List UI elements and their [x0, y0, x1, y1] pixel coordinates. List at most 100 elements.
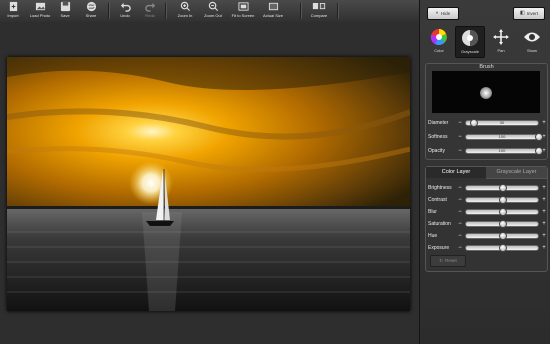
zoom-in-button[interactable]: Zoom In — [175, 1, 195, 21]
opacity-label: Opacity — [428, 147, 445, 154]
brightness-slider[interactable]: Brightness − + — [428, 183, 546, 192]
hue-slider[interactable]: Hue − + — [428, 231, 546, 240]
toolbar: Import Load Photo Save Share Undo Redo Z… — [0, 0, 419, 23]
load-photo-icon — [35, 2, 45, 11]
blur-slider[interactable]: Blur − 0 + — [428, 207, 546, 216]
grayscale-mode-label: Grayscale — [460, 49, 479, 54]
saturation-slider[interactable]: Saturation − + — [428, 219, 546, 228]
invert-icon: ◧ — [520, 10, 525, 16]
softness-knob[interactable] — [535, 132, 543, 141]
minus-icon[interactable]: − — [458, 134, 462, 140]
softness-label: Softness — [428, 133, 448, 140]
plus-icon[interactable]: + — [542, 209, 546, 215]
undo-icon — [120, 2, 131, 12]
show-mode-button[interactable]: Show — [518, 26, 546, 56]
opacity-slider[interactable]: Opacity − 100 + — [428, 146, 546, 155]
brush-preview — [432, 71, 540, 113]
zoom-out-button[interactable]: Zoom Out — [202, 1, 224, 21]
minus-icon[interactable]: − — [458, 221, 462, 227]
brush-dot — [480, 87, 492, 99]
invert-button[interactable]: ◧ Invert — [513, 7, 545, 20]
minus-icon[interactable]: − — [458, 233, 462, 239]
brush-title: Brush — [479, 64, 494, 70]
hue-knob[interactable] — [499, 231, 507, 240]
diameter-label: Diameter — [428, 119, 449, 126]
minus-icon[interactable]: − — [458, 209, 462, 215]
undo-label: Undo — [120, 13, 130, 18]
brightness-track[interactable] — [465, 183, 539, 192]
contrast-knob[interactable] — [499, 195, 507, 204]
tab-color-layer[interactable]: Color Layer — [426, 167, 487, 178]
hide-button[interactable]: ◐ Hide — [427, 7, 459, 20]
compare-button[interactable]: Compare — [308, 1, 330, 21]
color-mode-button[interactable]: Color — [425, 26, 453, 56]
save-icon — [60, 1, 70, 12]
saturation-knob[interactable] — [499, 219, 507, 228]
fit-to-screen-button[interactable]: Fit to Screen — [228, 1, 258, 21]
reset-button[interactable]: ↻ Reset — [430, 255, 466, 267]
contrast-track[interactable] — [465, 195, 539, 204]
share-label: Share — [85, 13, 97, 18]
photo-canvas[interactable] — [7, 57, 410, 311]
diameter-track[interactable]: 30 — [465, 118, 539, 127]
pan-mode-button[interactable]: Pan — [487, 26, 515, 56]
brightness-knob[interactable] — [499, 183, 507, 192]
import-icon — [9, 1, 17, 12]
share-button[interactable]: Share — [82, 1, 100, 21]
hue-track[interactable] — [465, 231, 539, 240]
fit-to-screen-label: Fit to Screen — [231, 13, 255, 18]
right-panel: ◐ Hide ◧ Invert Color Grayscale Pan Show… — [419, 0, 550, 344]
load-photo-button[interactable]: Load Photo — [27, 1, 53, 21]
compare-icon — [312, 3, 326, 10]
plus-icon[interactable]: + — [542, 185, 546, 191]
brightness-label: Brightness — [428, 184, 452, 191]
zoom-out-icon — [208, 1, 218, 12]
reset-icon: ↻ — [439, 258, 443, 263]
plus-icon[interactable]: + — [542, 197, 546, 203]
diameter-knob[interactable] — [470, 118, 479, 127]
exposure-track[interactable] — [465, 243, 539, 252]
exposure-knob[interactable] — [499, 243, 507, 252]
plus-icon[interactable]: + — [542, 221, 546, 227]
actual-size-button[interactable]: Actual Size — [261, 1, 285, 21]
plus-icon[interactable]: + — [542, 245, 546, 251]
minus-icon[interactable]: − — [458, 197, 462, 203]
fit-to-screen-icon — [237, 2, 249, 11]
grayscale-mode-button[interactable]: Grayscale — [455, 26, 485, 58]
sunset-sailboat-photo — [7, 57, 410, 311]
saturation-label: Saturation — [428, 220, 451, 227]
contrast-slider[interactable]: Contrast − + — [428, 195, 546, 204]
diameter-slider[interactable]: Diameter − 30 + — [428, 118, 546, 127]
exposure-slider[interactable]: Exposure − + — [428, 243, 546, 252]
save-button[interactable]: Save — [57, 1, 73, 21]
undo-button[interactable]: Undo — [117, 1, 133, 21]
redo-button[interactable]: Redo — [142, 1, 158, 21]
actual-size-icon — [268, 2, 278, 11]
plus-icon[interactable]: + — [542, 233, 546, 239]
layer-panel: Color Layer Grayscale Layer Brightness −… — [425, 166, 548, 272]
save-label: Save — [60, 13, 70, 18]
redo-label: Redo — [145, 13, 155, 18]
tab-grayscale-layer[interactable]: Grayscale Layer — [486, 167, 547, 179]
plus-icon[interactable]: + — [542, 120, 546, 126]
toolbar-divider — [300, 3, 301, 19]
blur-knob[interactable] — [499, 207, 507, 216]
import-button[interactable]: Import — [3, 1, 23, 21]
softness-track[interactable]: 100 — [465, 132, 543, 141]
opacity-value: 100 — [498, 147, 506, 153]
opacity-track[interactable]: 100 — [465, 146, 543, 155]
minus-icon[interactable]: − — [458, 245, 462, 251]
compare-label: Compare — [310, 13, 328, 18]
load-photo-label: Load Photo — [29, 13, 51, 18]
opacity-knob[interactable] — [535, 146, 543, 155]
redo-icon — [144, 2, 155, 12]
minus-icon[interactable]: − — [458, 185, 462, 191]
zoom-out-label: Zoom Out — [204, 13, 222, 18]
minus-icon[interactable]: − — [458, 148, 462, 154]
minus-icon[interactable]: − — [458, 120, 462, 126]
blur-track[interactable]: 0 — [465, 207, 539, 216]
softness-value: 100 — [498, 133, 506, 139]
saturation-track[interactable] — [465, 219, 539, 228]
softness-slider[interactable]: Softness − 100 + — [428, 132, 546, 141]
color-wheel-icon — [429, 27, 449, 47]
